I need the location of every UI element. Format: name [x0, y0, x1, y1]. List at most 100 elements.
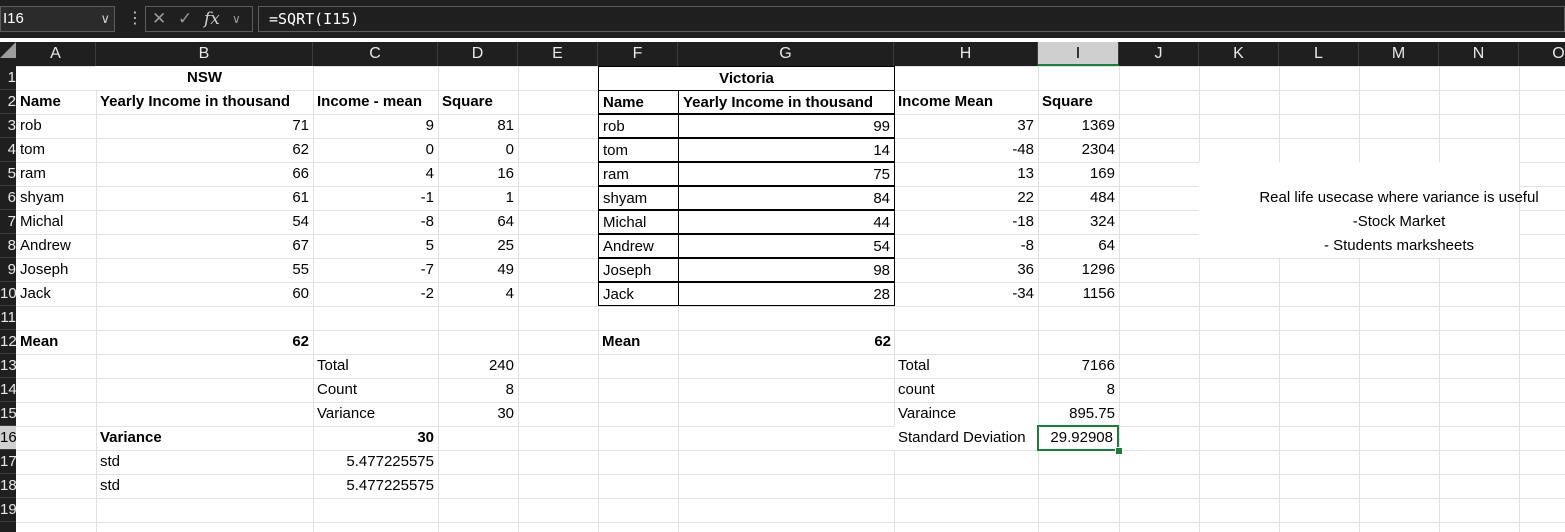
- vic-cell-diff[interactable]: -48: [894, 138, 1038, 162]
- vic-cell-income[interactable]: 54: [678, 234, 895, 258]
- row-header-6[interactable]: 6: [0, 186, 16, 210]
- vic-cell-income[interactable]: 98: [678, 258, 895, 282]
- vic-cell-name[interactable]: Michal: [598, 210, 679, 234]
- vic-cell-square[interactable]: 1156: [1038, 282, 1119, 306]
- column-header-f[interactable]: F: [598, 42, 678, 66]
- column-header-j[interactable]: J: [1119, 42, 1199, 66]
- vic-cell-name[interactable]: ram: [598, 162, 679, 186]
- row-header-15[interactable]: 15: [0, 402, 16, 426]
- column-header-h[interactable]: H: [894, 42, 1038, 66]
- nsw-cell-name[interactable]: shyam: [16, 186, 96, 210]
- vic-cell-diff[interactable]: -8: [894, 234, 1038, 258]
- vic-stddev-value-selected-cell[interactable]: 29.92908: [1037, 425, 1119, 451]
- note-line-3[interactable]: - Students marksheets: [1199, 234, 1565, 258]
- nsw-cell-name[interactable]: Joseph: [16, 258, 96, 282]
- vic-cell-square[interactable]: 64: [1038, 234, 1119, 258]
- nsw-cell-square[interactable]: 4: [438, 282, 518, 306]
- vic-count-value[interactable]: 8: [1038, 378, 1119, 402]
- row-header-14[interactable]: 14: [0, 378, 16, 402]
- nsw-variance-label[interactable]: Variance: [313, 402, 438, 426]
- column-header-a[interactable]: A: [16, 42, 96, 66]
- vic-cell-income[interactable]: 28: [678, 282, 895, 306]
- nsw-total-label[interactable]: Total: [313, 354, 438, 378]
- row-header-10[interactable]: 10: [0, 282, 16, 306]
- vic-cell-name[interactable]: Andrew: [598, 234, 679, 258]
- nsw-cell-income[interactable]: 55: [96, 258, 313, 282]
- nsw-cell-income[interactable]: 71: [96, 114, 313, 138]
- nsw-cell-name[interactable]: Michal: [16, 210, 96, 234]
- vic-cell-square[interactable]: 324: [1038, 210, 1119, 234]
- nsw-cell-diff[interactable]: 9: [313, 114, 438, 138]
- column-header-k[interactable]: K: [1199, 42, 1279, 66]
- vic-variance-label[interactable]: Varaince: [894, 402, 1038, 426]
- cancel-icon[interactable]: ✕: [152, 9, 166, 29]
- row-header-3[interactable]: 3: [0, 114, 16, 138]
- vic-total-label[interactable]: Total: [894, 354, 1038, 378]
- column-header-n[interactable]: N: [1439, 42, 1519, 66]
- nsw-count-value[interactable]: 8: [438, 378, 518, 402]
- chevron-down-icon[interactable]: ∨: [232, 12, 241, 26]
- nsw-std2-value[interactable]: 5.477225575: [313, 474, 438, 498]
- nsw-cell-diff[interactable]: 5: [313, 234, 438, 258]
- vic-cell-income[interactable]: 44: [678, 210, 895, 234]
- vic-cell-name[interactable]: Jack: [598, 282, 679, 306]
- insert-function-icon[interactable]: fx: [204, 9, 220, 29]
- column-header-c[interactable]: C: [313, 42, 438, 66]
- row-header-18[interactable]: 18: [0, 474, 16, 498]
- nsw-variance-value[interactable]: 30: [438, 402, 518, 426]
- nsw-cell-income[interactable]: 66: [96, 162, 313, 186]
- worksheet-grid[interactable]: NSW Name Yearly Income in thousand Incom…: [16, 66, 1565, 532]
- column-header-e[interactable]: E: [518, 42, 598, 66]
- nsw-cell-income[interactable]: 62: [96, 138, 313, 162]
- nsw-mean-label[interactable]: Mean: [16, 330, 96, 354]
- select-all-corner[interactable]: [0, 42, 16, 58]
- vic-cell-name[interactable]: shyam: [598, 186, 679, 210]
- vic-cell-income[interactable]: 84: [678, 186, 895, 210]
- column-header-m[interactable]: M: [1359, 42, 1439, 66]
- row-header-2[interactable]: 2: [0, 90, 16, 114]
- column-header-g[interactable]: G: [678, 42, 894, 66]
- nsw-cell-name[interactable]: tom: [16, 138, 96, 162]
- vic-cell-income[interactable]: 75: [678, 162, 895, 186]
- nsw-cell-square[interactable]: 25: [438, 234, 518, 258]
- row-header-8[interactable]: 8: [0, 234, 16, 258]
- vic-cell-diff[interactable]: -34: [894, 282, 1038, 306]
- vic-cell-diff[interactable]: 36: [894, 258, 1038, 282]
- vic-cell-square[interactable]: 2304: [1038, 138, 1119, 162]
- nsw-cell-name[interactable]: ram: [16, 162, 96, 186]
- row-header-5[interactable]: 5: [0, 162, 16, 186]
- vic-cell-diff[interactable]: 37: [894, 114, 1038, 138]
- nsw-cell-square[interactable]: 81: [438, 114, 518, 138]
- nsw-cell-income[interactable]: 54: [96, 210, 313, 234]
- column-header-b[interactable]: B: [96, 42, 313, 66]
- nsw-std-label[interactable]: std: [96, 450, 313, 474]
- column-header-o[interactable]: O: [1519, 42, 1565, 66]
- nsw-std-value[interactable]: 5.477225575: [313, 450, 438, 474]
- nsw-cell-square[interactable]: 64: [438, 210, 518, 234]
- vic-cell-square[interactable]: 484: [1038, 186, 1119, 210]
- vic-cell-name[interactable]: rob: [598, 114, 679, 138]
- nsw-cell-diff[interactable]: -2: [313, 282, 438, 306]
- vic-cell-name[interactable]: Joseph: [598, 258, 679, 282]
- nsw-cell-name[interactable]: Jack: [16, 282, 96, 306]
- column-header-l[interactable]: L: [1279, 42, 1359, 66]
- row-header-19[interactable]: 19: [0, 498, 16, 522]
- nsw-cell-square[interactable]: 49: [438, 258, 518, 282]
- row-header-7[interactable]: 7: [0, 210, 16, 234]
- nsw-cell-income[interactable]: 61: [96, 186, 313, 210]
- vic-cell-diff[interactable]: 22: [894, 186, 1038, 210]
- vic-variance-value[interactable]: 895.75: [1038, 402, 1119, 426]
- nsw-cell-diff[interactable]: -1: [313, 186, 438, 210]
- fill-handle[interactable]: [1115, 447, 1123, 455]
- row-header-17[interactable]: 17: [0, 450, 16, 474]
- row-header-9[interactable]: 9: [0, 258, 16, 282]
- vic-mean-label[interactable]: Mean: [598, 330, 678, 354]
- vic-cell-square[interactable]: 1369: [1038, 114, 1119, 138]
- nsw-variance2-label[interactable]: Variance: [96, 426, 313, 450]
- column-header-i[interactable]: I: [1038, 42, 1119, 66]
- row-header-4[interactable]: 4: [0, 138, 16, 162]
- vic-cell-square[interactable]: 1296: [1038, 258, 1119, 282]
- nsw-cell-square[interactable]: 1: [438, 186, 518, 210]
- vic-mean-value[interactable]: 62: [678, 330, 895, 354]
- nsw-cell-diff[interactable]: -8: [313, 210, 438, 234]
